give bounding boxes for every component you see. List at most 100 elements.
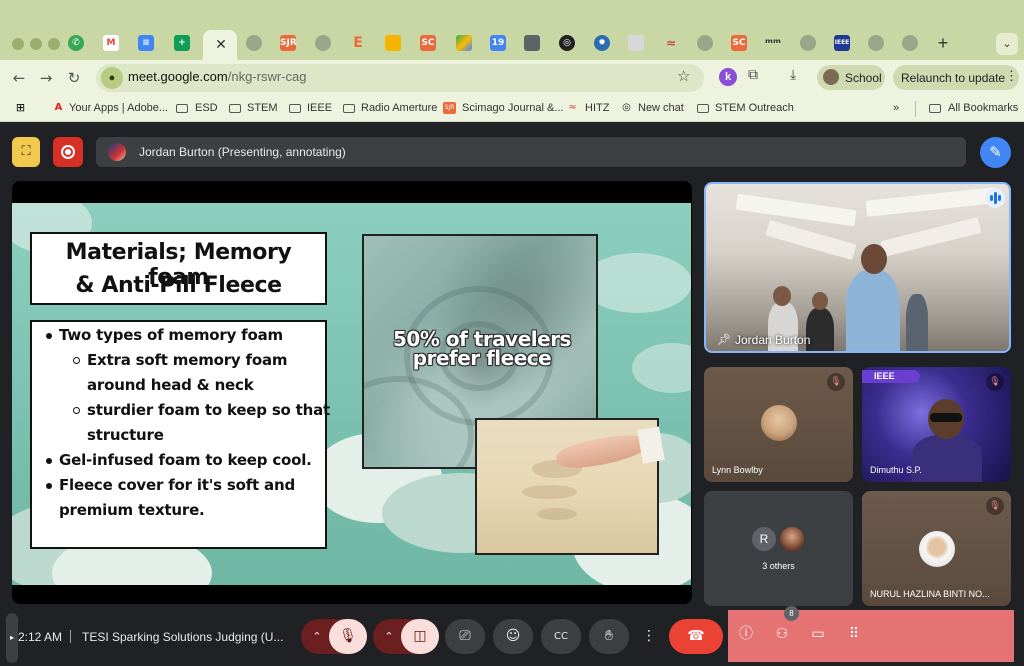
bookmark-radio[interactable]: Radio Amerture: [361, 102, 437, 114]
tab-search-chevron-icon[interactable]: ⌄: [996, 33, 1018, 55]
participant-name: NURUL HAZLINA BINTI NO...: [870, 589, 990, 599]
bookmark-all[interactable]: All Bookmarks: [948, 102, 1018, 114]
window-minimize-dot[interactable]: [30, 38, 42, 50]
emoji-reaction-button[interactable]: ☺: [493, 619, 533, 654]
tab-drive-icon[interactable]: [456, 35, 472, 51]
folder-icon: [289, 104, 301, 113]
bookmark-adobe[interactable]: Your Apps | Adobe...: [69, 102, 168, 114]
bookmark-stem-outreach[interactable]: STEM Outreach: [715, 102, 794, 114]
annotate-pen-icon[interactable]: ✎: [980, 137, 1011, 168]
tab-whatsapp-icon[interactable]: ✆: [68, 35, 84, 51]
bookmark-scimago[interactable]: Scimago Journal &...: [462, 102, 564, 114]
tab-globe-icon[interactable]: [697, 35, 713, 51]
fleece-caption-line2: prefer fleece: [412, 346, 552, 370]
tab-monday-icon[interactable]: ᵐᵐ: [765, 35, 781, 51]
reload-icon[interactable]: ↻: [63, 67, 85, 89]
tab-slides-icon[interactable]: [385, 35, 401, 51]
download-icon[interactable]: ⤓: [790, 67, 796, 83]
tab-globe-icon[interactable]: [315, 35, 331, 51]
hitz-icon: ≈: [568, 102, 577, 113]
bookmarks-overflow-icon[interactable]: »: [893, 102, 899, 114]
tab-sjr-icon[interactable]: SJR: [280, 35, 297, 51]
window-zoom-dot[interactable]: [48, 38, 60, 50]
tab-gear-site-icon[interactable]: ✹: [594, 35, 610, 51]
tab-etsy-icon[interactable]: E: [350, 35, 366, 51]
mic-options-chevron-icon[interactable]: ⌃: [303, 619, 331, 654]
captions-button[interactable]: CC: [541, 619, 581, 654]
back-icon[interactable]: ←: [8, 67, 30, 89]
bookmark-stem[interactable]: STEM: [247, 102, 278, 114]
pin-icon[interactable]: 📌︎: [717, 333, 731, 346]
stop-presenting-icon[interactable]: ⛶: [12, 137, 40, 167]
avatar: [761, 405, 797, 441]
tab-image-icon[interactable]: [628, 35, 644, 51]
forward-icon[interactable]: →: [35, 67, 57, 89]
tab-globe-icon[interactable]: [800, 35, 816, 51]
tab-contacts-icon[interactable]: [524, 35, 540, 51]
activities-icon[interactable]: ⠿: [843, 623, 865, 645]
tab-hitz-icon[interactable]: ≈: [663, 35, 679, 51]
bullet-dot: [46, 333, 52, 339]
tab-ieee-icon[interactable]: IEEE: [834, 35, 850, 51]
hand-imprint: [537, 508, 577, 520]
tab-sc-icon[interactable]: SC: [731, 35, 747, 51]
participant-tile-dimuthu[interactable]: 🎙︎ Dimuthu S.P.: [862, 367, 1011, 482]
tab-sheets-icon[interactable]: +: [174, 35, 190, 51]
present-screen-button[interactable]: ⎚: [445, 619, 485, 654]
url-host: meet.google.com: [128, 69, 228, 84]
presenter-label: Jordan Burton (Presenting, annotating): [139, 145, 346, 159]
bookmarks-divider: [915, 101, 916, 117]
tab-close-icon[interactable]: ✕: [213, 34, 229, 54]
tab-globe-icon[interactable]: [902, 35, 918, 51]
people-icon[interactable]: ⚇: [771, 623, 793, 645]
bookmark-star-icon[interactable]: ☆: [677, 67, 690, 85]
record-icon: [61, 145, 75, 159]
slide-title-line2: & Anti-Pill Fleece: [75, 273, 282, 298]
mic-off-button[interactable]: 🎙︎: [329, 619, 367, 654]
bullet-text: Gel-infused foam to keep cool.: [59, 451, 312, 469]
meeting-details-icon[interactable]: ⓘ: [735, 623, 757, 645]
bullet-text: around head & neck: [87, 376, 254, 394]
extension-k-icon[interactable]: k: [719, 68, 737, 86]
mic-in-use-icon[interactable]: ●: [101, 67, 123, 89]
url-text[interactable]: meet.google.com/nkg-rswr-cag: [128, 69, 306, 84]
sidebar-handle[interactable]: ▸: [6, 613, 18, 663]
extensions-puzzle-icon[interactable]: ⧉: [748, 67, 758, 83]
ceiling-light: [865, 187, 997, 217]
bookmark-hitz[interactable]: HITZ: [585, 102, 609, 114]
participant-tile-lynn[interactable]: 🎙︎ Lynn Bowlby: [704, 367, 853, 482]
apps-grid-icon[interactable]: ⊞: [14, 102, 27, 114]
tab-globe-icon[interactable]: [246, 35, 262, 51]
chat-icon[interactable]: ▭: [807, 623, 829, 645]
bookmark-esd[interactable]: ESD: [195, 102, 218, 114]
cloud-shape: [632, 343, 691, 393]
participant-tile-featured[interactable]: [704, 182, 1011, 353]
more-options-icon[interactable]: ⋮: [637, 619, 661, 654]
avatar: [919, 531, 955, 567]
speaking-indicator-icon: [985, 188, 1005, 208]
person-head: [861, 244, 887, 274]
folder-icon: [176, 104, 188, 113]
new-tab-button[interactable]: +: [934, 34, 952, 52]
tab-sc-icon[interactable]: SC: [420, 35, 436, 51]
participant-tile-others[interactable]: R 3 others: [704, 491, 853, 606]
bookmark-ieee[interactable]: IEEE: [307, 102, 332, 114]
tab-docs-icon[interactable]: ≡: [138, 35, 154, 51]
avatar: [780, 527, 804, 551]
tab-globe-icon[interactable]: [868, 35, 884, 51]
more-menu-icon[interactable]: ⋮: [1005, 68, 1018, 84]
leave-call-button[interactable]: ☎︎: [669, 619, 723, 654]
bookmark-new-chat[interactable]: New chat: [638, 102, 684, 114]
tab-calendar-icon[interactable]: 19: [490, 35, 506, 51]
tab-openai-icon[interactable]: ◎: [559, 35, 575, 51]
window-close-dot[interactable]: [12, 38, 24, 50]
ceiling-light: [880, 217, 982, 257]
bullet-text: premium texture.: [59, 501, 205, 519]
raise-hand-button[interactable]: ✋︎: [589, 619, 629, 654]
folder-icon: [929, 104, 941, 113]
camera-options-chevron-icon[interactable]: ⌃: [375, 619, 403, 654]
tab-gmail-icon[interactable]: M: [103, 35, 119, 51]
participant-tile-nurul[interactable]: 🎙︎ NURUL HAZLINA BINTI NO...: [862, 491, 1011, 606]
person-head: [812, 292, 828, 310]
camera-off-button[interactable]: ◫: [401, 619, 439, 654]
